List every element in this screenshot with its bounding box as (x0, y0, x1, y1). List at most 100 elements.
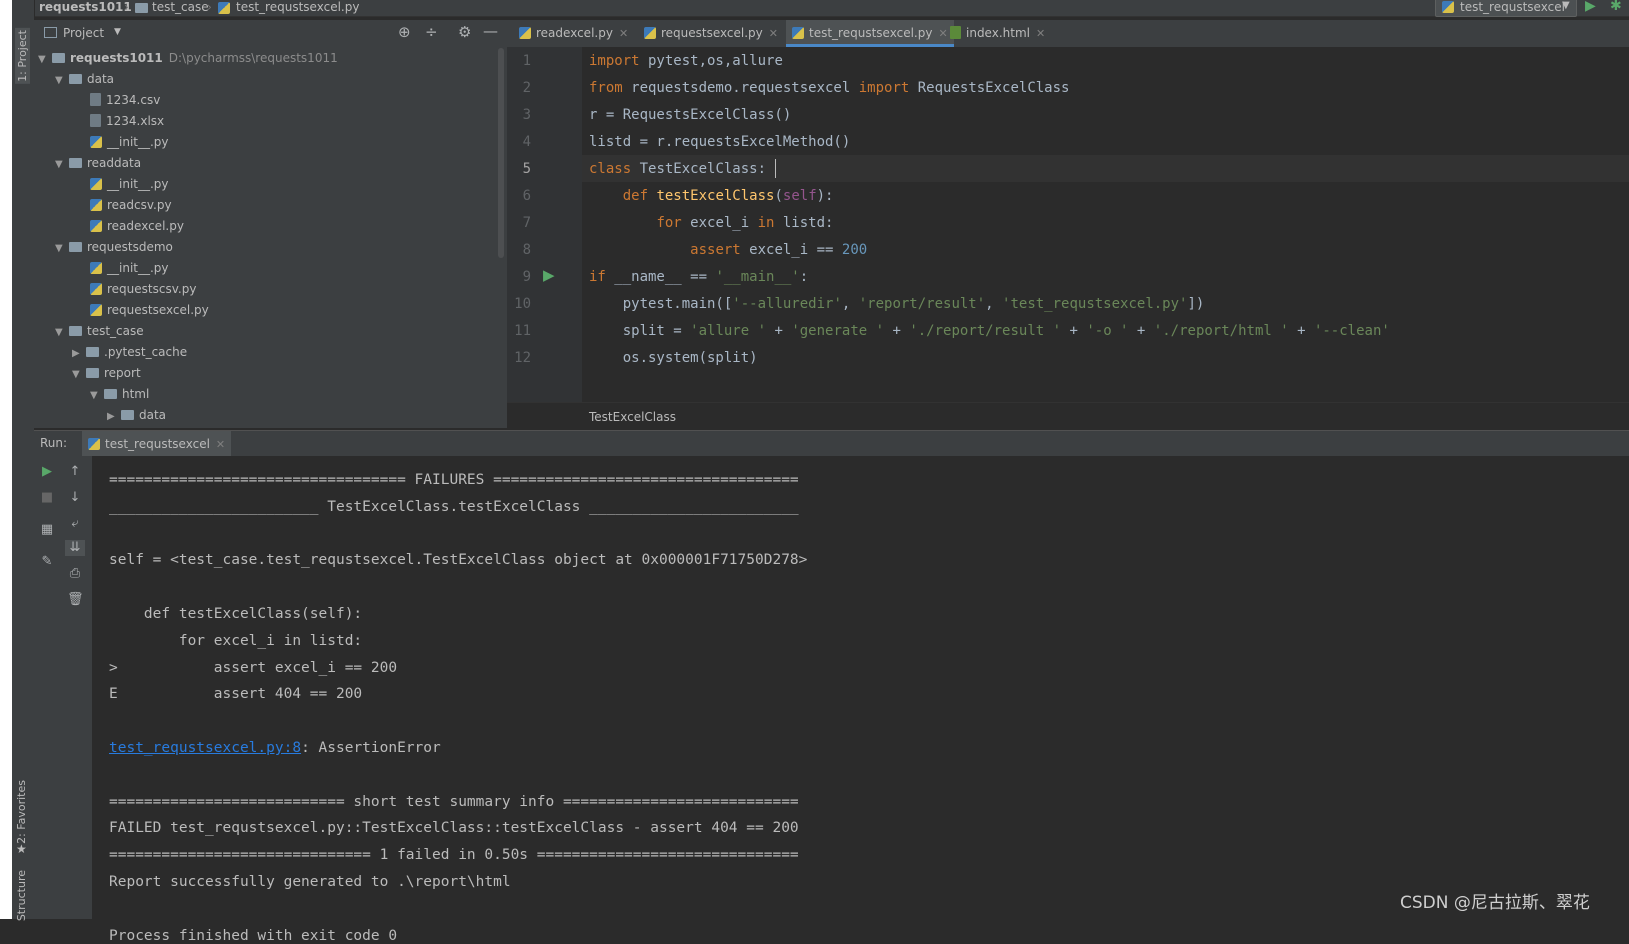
project-view-title[interactable]: Project (63, 26, 104, 40)
line-number: 2 (522, 80, 531, 96)
trash-icon[interactable]: 🗑 (67, 592, 84, 608)
side-tab-project[interactable]: 1: Project (15, 28, 30, 84)
code-token: './report/result ' (909, 323, 1062, 339)
debug-icon[interactable]: ✱ (1610, 0, 1622, 14)
expand-arrow-icon[interactable]: ▼ (55, 154, 69, 175)
line-number: 8 (522, 242, 531, 258)
layout-icon[interactable]: ▦ (39, 522, 55, 538)
tree-item-file[interactable]: 1234.xlsx (90, 111, 164, 132)
tree-item-label: requestsdemo (87, 240, 173, 254)
tree-item-label: test_case (87, 324, 144, 338)
minimize-icon[interactable]: — (483, 22, 498, 40)
arrow-down-icon[interactable]: ↓ (67, 490, 83, 506)
tab-test-requstsexcel[interactable]: test_requstsexcel.py ✕ (786, 20, 954, 47)
code-token: testExcelClass (656, 188, 775, 204)
tree-item-folder[interactable]: ▼ data (55, 69, 114, 90)
tree-item-file[interactable]: readcsv.py (90, 195, 172, 216)
close-icon[interactable]: ✕ (1036, 27, 1045, 40)
stop-icon[interactable]: ■ (39, 490, 55, 506)
python-file-icon (792, 27, 804, 39)
code-line: for excel_i in listd: (589, 215, 833, 231)
expand-arrow-icon[interactable]: ▼ (72, 364, 86, 385)
tree-item-folder[interactable]: ▶ .pytest_cache (72, 342, 187, 363)
collapsed-arrow-icon[interactable]: ▶ (107, 406, 121, 427)
code-line: from requestsdemo.requestsexcel import R… (589, 80, 1069, 96)
tree-item-folder[interactable]: ▼ html (90, 384, 149, 405)
expand-arrow-icon[interactable]: ▼ (55, 70, 69, 91)
tree-item-file[interactable]: requestsexcel.py (90, 300, 209, 321)
code-line: if __name__ == '__main__': (589, 269, 808, 285)
tree-scrollbar[interactable] (498, 48, 504, 258)
tree-item-folder[interactable]: ▼ requestsdemo (55, 237, 173, 258)
code-token: , (841, 296, 859, 312)
tree-item-file[interactable]: __init__.py (90, 132, 169, 153)
tree-item-folder[interactable]: ▶ data (107, 405, 166, 426)
collapse-all-icon[interactable]: ÷ (425, 23, 438, 41)
arrow-up-icon[interactable]: ↑ (67, 464, 83, 480)
run-gutter-icon[interactable]: ▶ (543, 266, 555, 284)
console-error-line: test_requstsexcel.py:8: AssertionError (109, 740, 441, 756)
watermark: CSDN @尼古拉斯、翠花 (1400, 893, 1590, 913)
print-icon[interactable]: ⎙ (67, 566, 83, 582)
tab-label: readexcel.py (536, 26, 613, 40)
tree-item-folder[interactable]: ▼ readdata (55, 153, 141, 174)
soft-wrap-icon[interactable]: ⤶ (67, 516, 83, 532)
tree-item-file[interactable]: requestscsv.py (90, 279, 196, 300)
code-token: excel_i (681, 215, 758, 231)
tree-item-label: __init__.py (107, 261, 169, 275)
close-icon[interactable]: ✕ (216, 438, 225, 451)
breadcrumb-project[interactable]: requests1011 (39, 0, 132, 14)
chevron-down-icon[interactable]: ▼ (114, 27, 121, 37)
close-icon[interactable]: ✕ (619, 27, 628, 40)
code-token: __name__ == (605, 269, 716, 285)
code-token: : (799, 269, 809, 285)
breadcrumb-folder[interactable]: test_case (152, 0, 209, 14)
side-tab-structure[interactable]: Structure (15, 870, 28, 921)
expand-arrow-icon[interactable]: ▼ (38, 49, 52, 70)
tree-item-root[interactable]: ▼ requests1011 D:\pycharmss\requests1011 (38, 48, 338, 69)
gear-icon[interactable]: ⚙ (458, 23, 471, 41)
locate-icon[interactable]: ⊕ (398, 23, 411, 41)
tab-requestsexcel[interactable]: requestsexcel.py ✕ (638, 20, 784, 47)
code-token: import (858, 80, 910, 96)
collapsed-arrow-icon[interactable]: ▶ (72, 343, 86, 364)
python-file-icon (90, 220, 102, 232)
tree-item-file[interactable]: __init__.py (90, 174, 169, 195)
code-token: split = (589, 323, 691, 339)
line-number: 5 (522, 161, 531, 177)
tab-index-html[interactable]: index.html ✕ (944, 20, 1051, 47)
tree-item-folder[interactable]: ▼ report (72, 363, 141, 384)
code-token: '--alluredir' (732, 296, 842, 312)
editor-breadcrumb[interactable]: TestExcelClass (589, 410, 676, 424)
tree-item-label: requestsexcel.py (107, 303, 209, 317)
run-configuration-select[interactable]: test_requstsexcel ▼ (1435, 0, 1577, 17)
run-icon[interactable]: ▶ (1585, 0, 1596, 14)
run-tab[interactable]: test_requstsexcel ✕ (82, 431, 232, 457)
code-token: pytest.main([ (589, 296, 733, 312)
expand-arrow-icon[interactable]: ▼ (90, 385, 104, 406)
breadcrumb-file[interactable]: test_requstsexcel.py (236, 0, 359, 14)
tree-item-file[interactable]: readexcel.py (90, 216, 184, 237)
code-token: + (884, 323, 910, 339)
code-token: def (622, 188, 649, 204)
line-number: 6 (522, 188, 531, 204)
expand-arrow-icon[interactable]: ▼ (55, 238, 69, 259)
pin-icon[interactable]: ✎ (39, 554, 55, 570)
tree-item-folder[interactable]: ▼ test_case (55, 321, 144, 342)
code-token: TestExcelClass: (631, 161, 767, 177)
close-icon[interactable]: ✕ (769, 27, 778, 40)
project-view-icon (44, 27, 57, 38)
expand-arrow-icon[interactable]: ▼ (55, 322, 69, 343)
tree-item-file[interactable]: __init__.py (90, 258, 169, 279)
navigation-bar: requests1011 › test_case › test_requstse… (12, 0, 1629, 17)
scroll-to-end-icon[interactable]: ⇊ (65, 540, 85, 556)
tree-item-label: 1234.csv (106, 93, 161, 107)
error-location-link[interactable]: test_requstsexcel.py:8 (109, 740, 301, 756)
tree-item-file[interactable]: 1234.csv (90, 90, 160, 111)
rerun-icon[interactable]: ▶ (39, 464, 55, 480)
tree-item-label: data (87, 72, 115, 86)
tab-readexcel[interactable]: readexcel.py ✕ (513, 20, 634, 47)
code-line: split = 'allure ' + 'generate ' + './rep… (589, 323, 1390, 339)
side-tab-favorites[interactable]: 2: Favorites (15, 780, 28, 844)
